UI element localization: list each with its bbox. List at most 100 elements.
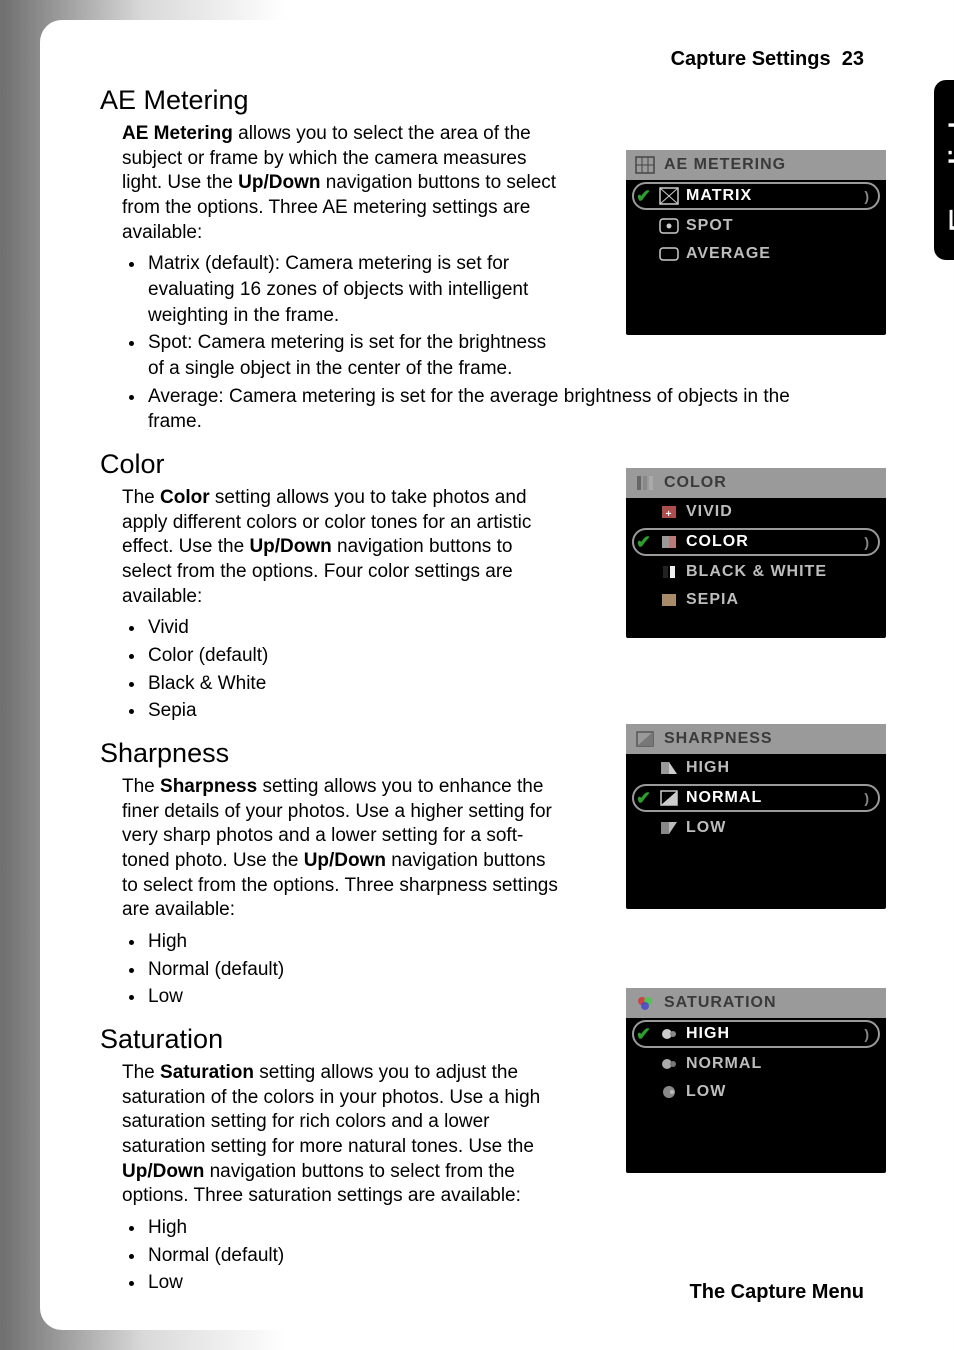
sat-high-icon <box>658 1025 680 1043</box>
sat-bullet-3: Low <box>146 1270 566 1296</box>
sat-bullet-1: High <box>146 1215 566 1241</box>
sharp-intro-bold: Sharpness <box>160 776 257 797</box>
color-menu-label-color: COLOR <box>686 533 858 551</box>
ae-bullet-2: Spot: Camera metering is set for the bri… <box>146 330 566 381</box>
sharp-intro-updown: Up/Down <box>304 850 386 871</box>
color-intro-t0: The <box>122 487 160 508</box>
color-menu: COLOR + VIVID ✔ COLOR ) BLACK & WHITE SE… <box>626 468 886 638</box>
sat-menu-title: SATURATION <box>664 994 878 1012</box>
sharp-bullet-3: Low <box>146 984 566 1010</box>
color-bullets: Vivid Color (default) Black & White Sepi… <box>146 615 566 724</box>
sat-intro: The Saturation setting allows you to adj… <box>122 1061 562 1209</box>
color-bullet-2: Color (default) <box>146 643 566 669</box>
ae-intro-updown: Up/Down <box>238 172 320 193</box>
bw-icon <box>658 563 680 581</box>
sharp-high-icon <box>658 759 680 777</box>
section-title-ae: AE Metering <box>100 85 864 116</box>
sat-menu: SATURATION ✔ HIGH ) NORMAL LOW <box>626 988 886 1173</box>
sat-normal-icon <box>658 1055 680 1073</box>
sharp-menu-item-normal[interactable]: ✔ NORMAL ) <box>632 784 880 812</box>
sharp-menu-label-normal: NORMAL <box>686 789 858 807</box>
sharp-intro-t0: The <box>122 776 160 797</box>
sat-menu-item-low[interactable]: LOW <box>626 1078 886 1106</box>
arrow-right-icon: ) <box>864 534 870 550</box>
color-intro: The Color setting allows you to take pho… <box>122 486 562 609</box>
sat-intro-updown: Up/Down <box>122 1161 204 1182</box>
sharp-menu-item-high[interactable]: HIGH <box>626 754 886 782</box>
sharp-menu: SHARPNESS HIGH ✔ NORMAL ) LOW <box>626 724 886 909</box>
sharp-intro: The Sharpness setting allows you to enha… <box>122 775 562 923</box>
sharp-bullet-2: Normal (default) <box>146 957 566 983</box>
header-section: Capture Settings <box>671 48 831 70</box>
sharp-menu-label-low: LOW <box>686 819 876 837</box>
ae-menu-label-spot: SPOT <box>686 217 876 235</box>
sharp-menu-item-low[interactable]: LOW <box>626 814 886 842</box>
vivid-icon: + <box>658 503 680 521</box>
sharp-menu-label-high: HIGH <box>686 759 876 777</box>
color-intro-bold: Color <box>160 487 210 508</box>
color-menu-title: COLOR <box>664 474 878 492</box>
sharp-normal-icon <box>658 789 680 807</box>
color-menu-item-color[interactable]: ✔ COLOR ) <box>632 528 880 556</box>
color-menu-item-sepia[interactable]: SEPIA <box>626 586 886 614</box>
sharp-low-icon <box>658 819 680 837</box>
sepia-icon <box>658 591 680 609</box>
color-bullet-3: Black & White <box>146 671 566 697</box>
color-menu-label-bw: BLACK & WHITE <box>686 563 876 581</box>
check-icon: ✔ <box>636 186 652 207</box>
saturation-icon <box>634 994 656 1012</box>
ae-menu-label-average: AVERAGE <box>686 245 876 263</box>
average-icon <box>658 245 680 263</box>
sharpness-icon <box>634 730 656 748</box>
sat-menu-item-normal[interactable]: NORMAL <box>626 1050 886 1078</box>
arrow-right-icon: ) <box>864 790 870 806</box>
ae-menu-label-matrix: MATRIX <box>686 187 858 205</box>
spot-icon <box>658 217 680 235</box>
sharp-bullet-1: High <box>146 929 566 955</box>
check-icon: ✔ <box>636 1024 652 1045</box>
grid-icon <box>634 156 656 174</box>
sat-low-icon <box>658 1083 680 1101</box>
language-tab: English <box>934 80 954 260</box>
ae-menu-title: AE METERING <box>664 156 878 174</box>
sharp-menu-title: SHARPNESS <box>664 730 878 748</box>
arrow-right-icon: ) <box>864 1026 870 1042</box>
language-tab-label: English <box>943 108 954 233</box>
svg-text:+: + <box>666 509 673 520</box>
matrix-icon <box>658 187 680 205</box>
sat-menu-label-low: LOW <box>686 1083 876 1101</box>
ae-bullet-3: Average: Camera metering is set for the … <box>146 384 846 435</box>
color-menu-label-sepia: SEPIA <box>686 591 876 609</box>
sharp-menu-header: SHARPNESS <box>626 724 886 754</box>
header-page: 23 <box>842 48 864 70</box>
color-menu-item-bw[interactable]: BLACK & WHITE <box>626 558 886 586</box>
sat-menu-header: SATURATION <box>626 988 886 1018</box>
sat-intro-t0: The <box>122 1062 160 1083</box>
ae-bullet-1: Matrix (default): Camera metering is set… <box>146 251 566 328</box>
color-bullet-4: Sepia <box>146 698 566 724</box>
color-menu-label-vivid: VIVID <box>686 503 876 521</box>
page-header: Capture Settings 23 <box>100 48 864 71</box>
color-menu-header: COLOR <box>626 468 886 498</box>
ae-menu-item-spot[interactable]: SPOT <box>626 212 886 240</box>
sharp-bullets: High Normal (default) Low <box>146 929 566 1010</box>
check-icon: ✔ <box>636 532 652 553</box>
ae-menu-header: AE METERING <box>626 150 886 180</box>
sat-bullet-2: Normal (default) <box>146 1243 566 1269</box>
color-intro-updown: Up/Down <box>249 536 331 557</box>
palette-icon <box>634 474 656 492</box>
ae-menu-item-matrix[interactable]: ✔ MATRIX ) <box>632 182 880 210</box>
ae-menu: AE METERING ✔ MATRIX ) SPOT AVERAGE <box>626 150 886 335</box>
color-menu-item-vivid[interactable]: + VIVID <box>626 498 886 526</box>
sat-menu-label-normal: NORMAL <box>686 1055 876 1073</box>
ae-menu-item-average[interactable]: AVERAGE <box>626 240 886 268</box>
color-icon <box>658 533 680 551</box>
color-bullet-1: Vivid <box>146 615 566 641</box>
sat-menu-item-high[interactable]: ✔ HIGH ) <box>632 1020 880 1048</box>
arrow-right-icon: ) <box>864 188 870 204</box>
sat-menu-label-high: HIGH <box>686 1025 858 1043</box>
check-icon: ✔ <box>636 788 652 809</box>
ae-intro: AE Metering allows you to select the are… <box>122 122 562 245</box>
page-footer: The Capture Menu <box>690 1281 864 1304</box>
sat-bullets: High Normal (default) Low <box>146 1215 566 1296</box>
